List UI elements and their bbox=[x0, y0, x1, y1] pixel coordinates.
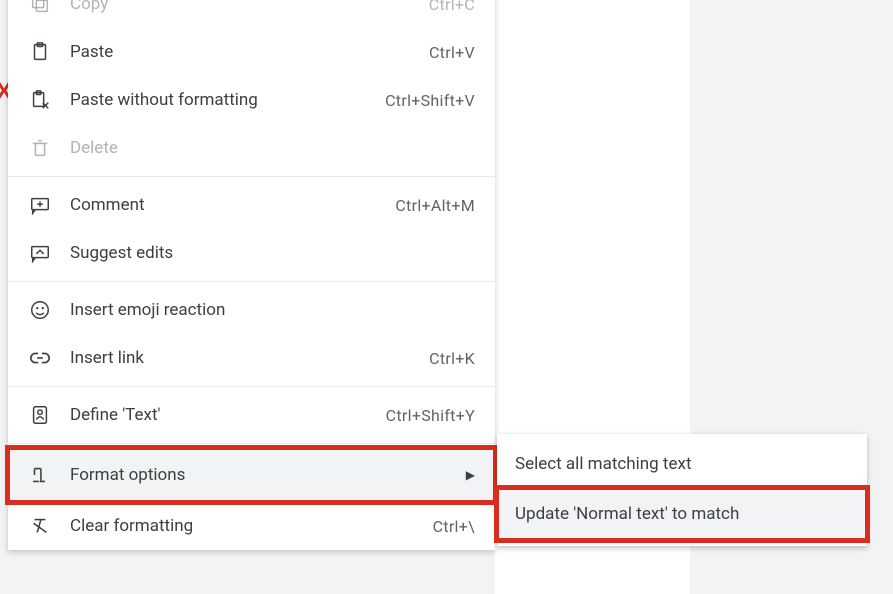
menu-item-paste[interactable]: Paste Ctrl+V bbox=[8, 28, 495, 76]
menu-item-label: Delete bbox=[70, 138, 118, 158]
menu-item-format-options[interactable]: Format options ▶ bbox=[8, 448, 495, 502]
menu-item-label: Paste bbox=[70, 42, 113, 62]
menu-item-define[interactable]: Define 'Text' Ctrl+Shift+Y bbox=[8, 391, 495, 439]
menu-item-label: Format options bbox=[70, 465, 185, 485]
menu-item-suggest-edits[interactable]: Suggest edits bbox=[8, 229, 495, 277]
paste-icon bbox=[28, 40, 52, 64]
menu-item-label: Suggest edits bbox=[70, 243, 173, 263]
suggest-edits-icon bbox=[28, 241, 52, 265]
keyboard-shortcut: Ctrl+Shift+V bbox=[385, 91, 475, 110]
link-icon bbox=[28, 346, 52, 370]
keyboard-shortcut: Ctrl+Alt+M bbox=[395, 196, 475, 215]
keyboard-shortcut: Ctrl+C bbox=[429, 0, 475, 14]
paste-plain-icon bbox=[28, 88, 52, 112]
format-options-submenu: Select all matching text Update 'Normal … bbox=[497, 434, 867, 546]
trash-icon bbox=[28, 136, 52, 160]
submenu-item-update-normal-text[interactable]: Update 'Normal text' to match bbox=[497, 488, 867, 540]
menu-item-label: Insert link bbox=[70, 348, 144, 368]
dictionary-icon bbox=[28, 403, 52, 427]
menu-item-label: Copy bbox=[70, 0, 108, 14]
menu-item-label: Insert emoji reaction bbox=[70, 300, 225, 320]
keyboard-shortcut: Ctrl+\ bbox=[433, 517, 475, 536]
keyboard-shortcut: Ctrl+K bbox=[429, 349, 475, 368]
menu-item-insert-link[interactable]: Insert link Ctrl+K bbox=[8, 334, 495, 382]
context-menu: Copy Ctrl+C Paste Ctrl+V Paste without f… bbox=[8, 0, 495, 550]
menu-item-label: Comment bbox=[70, 195, 145, 215]
comment-icon bbox=[28, 193, 52, 217]
menu-separator bbox=[8, 176, 495, 177]
format-options-icon bbox=[28, 463, 52, 487]
menu-separator bbox=[8, 443, 495, 444]
menu-item-label: Paste without formatting bbox=[70, 90, 258, 110]
clear-formatting-icon bbox=[28, 514, 52, 538]
menu-item-label: Define 'Text' bbox=[70, 405, 161, 425]
submenu-item-select-matching[interactable]: Select all matching text bbox=[497, 440, 867, 488]
submenu-item-label: Update 'Normal text' to match bbox=[515, 504, 739, 524]
keyboard-shortcut: Ctrl+V bbox=[429, 43, 475, 62]
submenu-item-label: Select all matching text bbox=[515, 454, 692, 474]
menu-item-paste-without-formatting[interactable]: Paste without formatting Ctrl+Shift+V bbox=[8, 76, 495, 124]
menu-item-clear-formatting[interactable]: Clear formatting Ctrl+\ bbox=[8, 502, 495, 550]
emoji-icon bbox=[28, 298, 52, 322]
copy-icon bbox=[28, 0, 52, 16]
menu-separator bbox=[8, 281, 495, 282]
menu-item-delete: Delete bbox=[8, 124, 495, 172]
menu-item-label: Clear formatting bbox=[70, 516, 193, 536]
menu-item-insert-emoji[interactable]: Insert emoji reaction bbox=[8, 286, 495, 334]
menu-item-comment[interactable]: Comment Ctrl+Alt+M bbox=[8, 181, 495, 229]
keyboard-shortcut: Ctrl+Shift+Y bbox=[386, 406, 475, 425]
menu-separator bbox=[8, 386, 495, 387]
submenu-arrow-icon: ▶ bbox=[466, 468, 475, 482]
menu-item-copy: Copy Ctrl+C bbox=[8, 0, 495, 28]
